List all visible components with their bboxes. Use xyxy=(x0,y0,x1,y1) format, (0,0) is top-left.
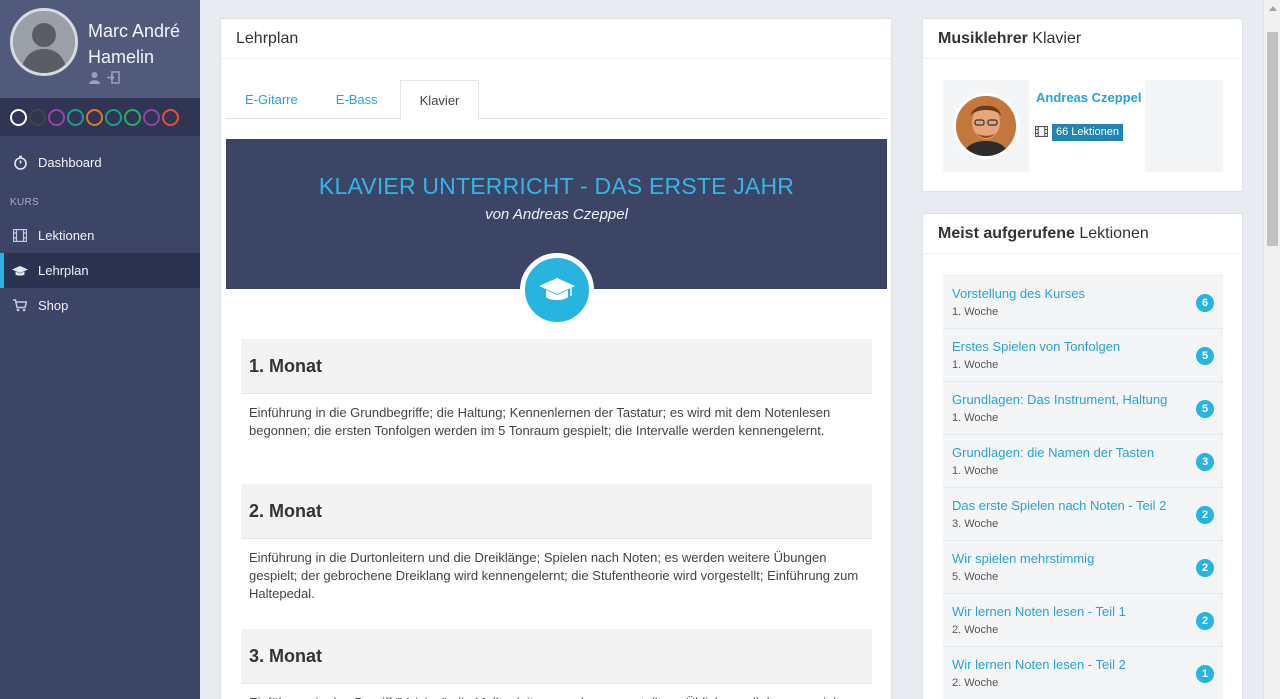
course-banner: KLAVIER UNTERRICHT - DAS ERSTE JAHR von … xyxy=(226,139,887,327)
lesson-list-item[interactable]: Wir lernen Noten lesen - Teil 2 2. Woche 1 xyxy=(943,646,1223,699)
month-section: 3. Monat Einführung in den Begriff "Voic… xyxy=(241,629,872,699)
lesson-week: 2. Woche xyxy=(952,677,999,689)
lesson-list-item[interactable]: Grundlagen: Das Instrument, Haltung 1. Wo… xyxy=(943,381,1223,434)
teacher-panel: Musiklehrer Klavier Andreas Czeppel 66 L… xyxy=(922,18,1243,192)
user-profile: Marc André Hamelin xyxy=(0,0,200,98)
theme-color-picker xyxy=(0,98,200,136)
sidebar-item-label: Lektionen xyxy=(38,228,95,243)
sidebar-item-lektionen[interactable]: Lektionen xyxy=(0,218,200,253)
sidebar-section-label: KURS xyxy=(10,197,39,208)
lesson-list-item[interactable]: Das erste Spielen nach Noten - Teil 2 3. … xyxy=(943,487,1223,540)
lesson-title-link[interactable]: Grundlagen: Das Instrument, Haltung xyxy=(952,392,1167,407)
lesson-title-link[interactable]: Vorstellung des Kurses xyxy=(952,286,1085,301)
lesson-list-item[interactable]: Wir spielen mehrstimmig 5. Woche 2 xyxy=(943,540,1223,593)
course-title: KLAVIER UNTERRICHT - DAS ERSTE JAHR xyxy=(318,173,795,199)
lesson-title-link[interactable]: Wir spielen mehrstimmig xyxy=(952,551,1094,566)
tab-e-gitarre[interactable]: E-Gitarre xyxy=(226,80,317,119)
sidebar-item-label: Dashboard xyxy=(38,155,102,170)
view-count-badge: 1 xyxy=(1196,665,1214,683)
month-title: 3. Monat xyxy=(241,629,872,684)
film-icon xyxy=(1034,125,1049,140)
scroll-thumb[interactable] xyxy=(1267,32,1278,246)
view-count-badge: 5 xyxy=(1196,347,1214,365)
user-icon[interactable] xyxy=(88,71,101,84)
most-viewed-panel: Meist aufgerufene Lektionen Vorstellung … xyxy=(922,213,1243,699)
theme-swatch[interactable] xyxy=(86,108,103,126)
sidebar: Marc André Hamelin Dashboard KURS Lektio… xyxy=(0,0,200,699)
lesson-list-item[interactable]: Wir lernen Noten lesen - Teil 1 2. Woche 2 xyxy=(943,593,1223,646)
panel-title: Meist aufgerufene Lektionen xyxy=(923,214,1242,254)
lesson-title-link[interactable]: Wir lernen Noten lesen - Teil 2 xyxy=(952,657,1126,672)
theme-swatch[interactable] xyxy=(29,108,46,126)
lesson-week: 2. Woche xyxy=(952,624,999,636)
panel-title: Musiklehrer Klavier xyxy=(923,19,1242,59)
lesson-list-item[interactable]: Erstes Spielen von Tonfolgen 1. Woche 5 xyxy=(943,328,1223,381)
course-author: von Andreas Czeppel xyxy=(485,206,628,223)
theme-swatch[interactable] xyxy=(10,108,27,126)
lesson-week: 1. Woche xyxy=(952,306,999,318)
theme-swatch[interactable] xyxy=(67,108,84,126)
tab-e-bass[interactable]: E-Bass xyxy=(317,80,397,119)
stopwatch-icon xyxy=(12,155,28,171)
film-icon xyxy=(12,228,28,244)
scroll-up-arrow[interactable] xyxy=(1269,6,1277,11)
lesson-week: 1. Woche xyxy=(952,359,999,371)
lesson-title-link[interactable]: Wir lernen Noten lesen - Teil 1 xyxy=(952,604,1126,619)
lessons-badge[interactable]: 66 Lektionen xyxy=(1052,124,1123,141)
lesson-count: 66 Lektionen xyxy=(1034,124,1123,141)
view-count-badge: 6 xyxy=(1196,294,1214,312)
lesson-list-item[interactable]: Vorstellung des Kurses 1. Woche 6 xyxy=(943,275,1223,328)
teacher-card: Andreas Czeppel 66 Lektionen xyxy=(943,80,1223,172)
teacher-name-link[interactable]: Andreas Czeppel xyxy=(1036,90,1141,105)
theme-swatch[interactable] xyxy=(48,108,65,126)
cart-icon xyxy=(12,298,28,314)
sidebar-item-dashboard[interactable]: Dashboard xyxy=(0,145,200,180)
panel-title-rest: Klavier xyxy=(1032,30,1082,47)
graduation-cap-icon xyxy=(12,263,28,279)
month-section: 2. Monat Einführung in die Durtonleitern… xyxy=(241,484,872,613)
month-title: 1. Monat xyxy=(241,339,872,394)
theme-swatch[interactable] xyxy=(124,108,141,126)
view-count-badge: 3 xyxy=(1196,453,1214,471)
theme-swatch[interactable] xyxy=(105,108,122,126)
sidebar-item-lehrplan[interactable]: Lehrplan xyxy=(0,253,200,288)
curriculum-panel: Lehrplan E-Gitarre E-Bass Klavier KLAVIE… xyxy=(220,18,892,699)
lesson-week: 1. Woche xyxy=(952,412,999,424)
view-count-badge: 2 xyxy=(1196,559,1214,577)
month-description: Einführung in die Durtonleitern und die … xyxy=(249,550,859,601)
month-section: 1. Monat Einführung in die Grundbegriffe… xyxy=(241,339,872,450)
sidebar-item-label: Shop xyxy=(38,298,69,313)
panel-title-rest: Lektionen xyxy=(1079,225,1149,242)
graduation-cap-icon xyxy=(520,253,594,327)
teacher-avatar[interactable] xyxy=(953,93,1019,159)
month-description: Einführung in den Begriff "Voicing"; die… xyxy=(241,684,872,699)
lesson-week: 5. Woche xyxy=(952,571,999,583)
month-title: 2. Monat xyxy=(241,484,872,539)
view-count-badge: 2 xyxy=(1196,612,1214,630)
sidebar-item-shop[interactable]: Shop xyxy=(0,288,200,323)
page-scrollbar[interactable] xyxy=(1263,0,1280,699)
user-name: Marc André Hamelin xyxy=(88,21,181,67)
lesson-week: 3. Woche xyxy=(952,518,999,530)
instrument-tabs: E-Gitarre E-Bass Klavier xyxy=(226,80,887,120)
logout-icon[interactable] xyxy=(107,71,120,84)
panel-title-bold: Meist aufgerufene xyxy=(938,225,1075,242)
panel-title: Lehrplan xyxy=(221,19,891,59)
month-description: Einführung in die Grundbegriffe; die Hal… xyxy=(249,405,831,438)
lesson-list-item[interactable]: Grundlagen: die Namen der Tasten 1. Woche… xyxy=(943,434,1223,487)
panel-title-bold: Musiklehrer xyxy=(938,30,1028,47)
theme-swatch[interactable] xyxy=(143,108,160,126)
sidebar-item-label: Lehrplan xyxy=(38,263,89,278)
lesson-week: 1. Woche xyxy=(952,465,999,477)
tab-klavier[interactable]: Klavier xyxy=(399,80,480,120)
view-count-badge: 2 xyxy=(1196,506,1214,524)
view-count-badge: 5 xyxy=(1196,400,1214,418)
avatar[interactable] xyxy=(10,8,78,76)
lesson-title-link[interactable]: Grundlagen: die Namen der Tasten xyxy=(952,445,1154,460)
lesson-title-link[interactable]: Das erste Spielen nach Noten - Teil 2 xyxy=(952,498,1166,513)
theme-swatch[interactable] xyxy=(162,108,179,126)
lesson-title-link[interactable]: Erstes Spielen von Tonfolgen xyxy=(952,339,1120,354)
